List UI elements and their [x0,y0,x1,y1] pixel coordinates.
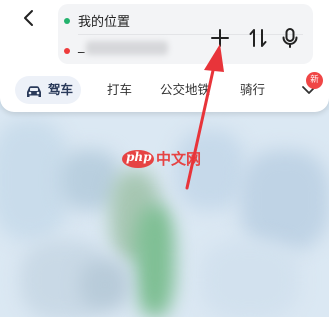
destination-redacted [86,41,168,55]
add-waypoint-button[interactable] [208,26,232,50]
plus-icon [211,29,229,47]
mode-tabs: 驾车 打车 公交地铁 骑行 [0,76,329,104]
voice-button[interactable] [278,26,302,50]
watermark: php 中文网 [122,145,208,175]
chevron-left-icon [24,10,33,26]
start-location-field[interactable]: 我的位置 [78,11,130,30]
start-dot [64,18,70,24]
tab-transit[interactable]: 公交地铁 [160,76,210,104]
swap-button[interactable] [246,26,270,50]
tab-drive[interactable]: 驾车 [15,76,81,104]
tab-bike[interactable]: 骑行 [240,76,265,104]
microphone-icon [282,28,298,48]
tab-drive-label: 驾车 [48,82,74,97]
route-panel: 我的位置 _ 驾车 打车 公交地铁 骑行 新 [0,0,329,112]
watermark-logo: php [126,150,152,164]
end-dot [64,48,70,54]
tab-taxi[interactable]: 打车 [107,76,132,104]
new-badge: 新 [306,72,323,89]
swap-vertical-icon [249,29,267,47]
car-icon [24,82,44,110]
back-button[interactable] [16,5,46,31]
map-view[interactable] [0,110,329,317]
route-inputs: 我的位置 _ [58,4,313,64]
watermark-text: 中文网 [156,150,202,168]
